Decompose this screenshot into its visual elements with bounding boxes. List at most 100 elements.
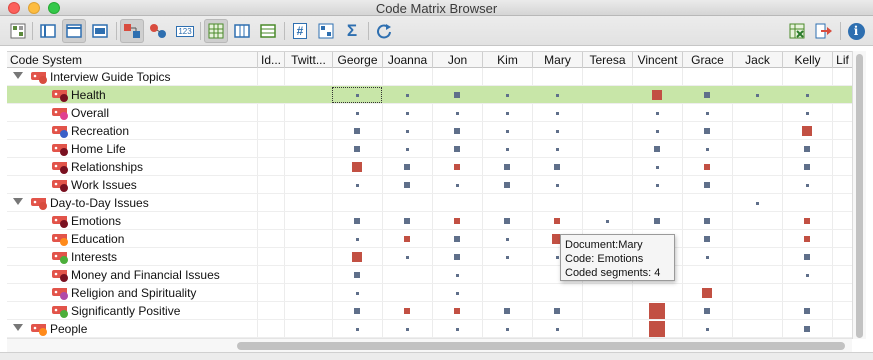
- coded-segment-square[interactable]: [655, 111, 659, 115]
- coded-segment-square[interactable]: [704, 92, 710, 98]
- coded-segment-square[interactable]: [804, 164, 810, 170]
- coded-segment-square[interactable]: [555, 111, 559, 115]
- column-header-george[interactable]: George: [332, 52, 382, 68]
- disclosure-triangle-icon[interactable]: [13, 72, 23, 79]
- split-columns-button[interactable]: [230, 19, 254, 43]
- column-header-lif[interactable]: Lif: [832, 52, 852, 68]
- coded-segment-square[interactable]: [555, 93, 559, 97]
- coded-segment-square[interactable]: [802, 126, 812, 136]
- disclosure-triangle-icon[interactable]: [13, 324, 23, 331]
- vertical-scrollbar[interactable]: [852, 51, 866, 339]
- coded-segment-square[interactable]: [705, 147, 709, 151]
- coded-segment-square[interactable]: [505, 111, 509, 115]
- coded-segment-square[interactable]: [355, 111, 359, 115]
- coded-segment-square[interactable]: [805, 93, 809, 97]
- coded-segment-square[interactable]: [704, 164, 710, 170]
- coded-segment-square[interactable]: [505, 147, 509, 151]
- column-header-id[interactable]: Id...: [257, 52, 284, 68]
- coded-segment-square[interactable]: [454, 146, 460, 152]
- refresh-button[interactable]: [372, 19, 396, 43]
- info-button[interactable]: i: [844, 19, 868, 43]
- coded-segment-square[interactable]: [804, 254, 810, 260]
- coded-segment-square[interactable]: [404, 236, 410, 242]
- code-row[interactable]: Home Life: [7, 140, 852, 158]
- coded-segment-square[interactable]: [354, 146, 360, 152]
- disclosure-triangle-icon[interactable]: [13, 198, 23, 205]
- coded-segment-square[interactable]: [355, 237, 359, 241]
- coded-segment-square[interactable]: [654, 218, 660, 224]
- coded-segment-square[interactable]: [805, 183, 809, 187]
- code-system-header[interactable]: Code System: [7, 52, 257, 68]
- coded-segment-square[interactable]: [704, 128, 710, 134]
- code-row[interactable]: Significantly Positive: [7, 302, 852, 320]
- coded-segment-square[interactable]: [404, 164, 410, 170]
- coded-segment-square[interactable]: [504, 164, 510, 170]
- coded-segment-square[interactable]: [704, 218, 710, 224]
- coded-segment-square[interactable]: [354, 128, 360, 134]
- coded-segment-square[interactable]: [505, 129, 509, 133]
- coded-segment-square[interactable]: [454, 218, 460, 224]
- coded-segment-square[interactable]: [455, 111, 459, 115]
- coded-segment-square[interactable]: [454, 92, 460, 98]
- code-row[interactable]: Relationships: [7, 158, 852, 176]
- coded-segment-square[interactable]: [554, 308, 560, 314]
- code-row[interactable]: Money and Financial Issues: [7, 266, 852, 284]
- excel-export-button[interactable]: [786, 19, 810, 43]
- coded-segment-square[interactable]: [655, 183, 659, 187]
- code-row[interactable]: Interests: [7, 248, 852, 266]
- coded-segment-square[interactable]: [355, 93, 359, 97]
- table-grid-button[interactable]: [204, 19, 228, 43]
- coded-segment-square[interactable]: [405, 111, 409, 115]
- code-row[interactable]: People: [7, 320, 852, 338]
- coded-segment-square[interactable]: [454, 128, 460, 134]
- coded-segment-square[interactable]: [652, 90, 662, 100]
- codes-circles-button[interactable]: [146, 19, 170, 43]
- coded-segment-square[interactable]: [352, 252, 362, 262]
- code-row[interactable]: Day-to-Day Issues: [7, 194, 852, 212]
- column-header-kim[interactable]: Kim: [482, 52, 532, 68]
- numbered-button[interactable]: [314, 19, 338, 43]
- horizontal-scroll-thumb[interactable]: [237, 342, 845, 350]
- matrix-button[interactable]: [6, 19, 30, 43]
- coded-segment-square[interactable]: [704, 236, 710, 242]
- coded-segment-square[interactable]: [404, 182, 410, 188]
- coded-segment-square[interactable]: [804, 218, 810, 224]
- coded-segment-square[interactable]: [705, 111, 709, 115]
- coded-segment-square[interactable]: [405, 93, 409, 97]
- code-row[interactable]: Education: [7, 230, 852, 248]
- column-header-kelly[interactable]: Kelly: [782, 52, 832, 68]
- coded-segment-square[interactable]: [455, 273, 459, 277]
- column-header-mary[interactable]: Mary: [532, 52, 582, 68]
- coded-segment-square[interactable]: [354, 308, 360, 314]
- coded-segment-square[interactable]: [555, 327, 559, 331]
- column-header-jack[interactable]: Jack: [732, 52, 782, 68]
- codes-squares-button[interactable]: [120, 19, 144, 43]
- coded-segment-square[interactable]: [555, 255, 559, 259]
- column-header-jon[interactable]: Jon: [432, 52, 482, 68]
- coded-segment-square[interactable]: [554, 218, 560, 224]
- column-header-teresa[interactable]: Teresa: [582, 52, 632, 68]
- coded-segment-square[interactable]: [355, 183, 359, 187]
- coded-segment-square[interactable]: [805, 273, 809, 277]
- coded-segment-square[interactable]: [505, 93, 509, 97]
- coded-segment-square[interactable]: [655, 165, 659, 169]
- column-header-twitt[interactable]: Twitt...: [284, 52, 332, 68]
- coded-segment-square[interactable]: [555, 147, 559, 151]
- coded-segment-square[interactable]: [605, 219, 609, 223]
- coded-segment-square[interactable]: [454, 164, 460, 170]
- coded-segment-square[interactable]: [354, 272, 360, 278]
- coded-segment-square[interactable]: [355, 291, 359, 295]
- hash-button[interactable]: #: [288, 19, 312, 43]
- coded-segment-square[interactable]: [655, 129, 659, 133]
- coded-segment-square[interactable]: [649, 303, 665, 319]
- coded-segment-square[interactable]: [405, 147, 409, 151]
- coded-segment-square[interactable]: [504, 218, 510, 224]
- code-row[interactable]: Recreation: [7, 122, 852, 140]
- coded-segment-square[interactable]: [352, 162, 362, 172]
- coded-segment-square[interactable]: [505, 327, 509, 331]
- numbers-button[interactable]: 123: [173, 19, 197, 43]
- coded-segment-square[interactable]: [454, 308, 460, 314]
- coded-segment-square[interactable]: [404, 218, 410, 224]
- coded-segment-square[interactable]: [404, 308, 410, 314]
- coded-segment-square[interactable]: [804, 326, 810, 332]
